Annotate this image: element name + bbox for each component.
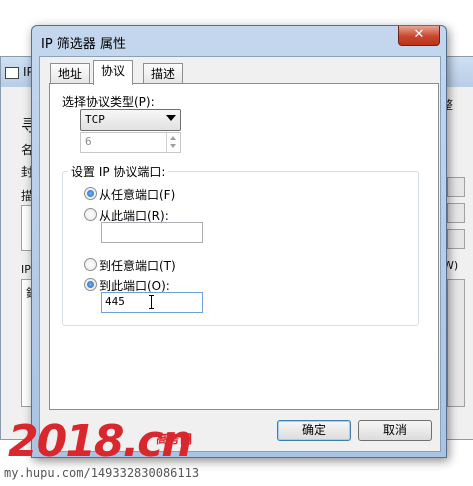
tab-address[interactable]: 地址 [50,63,91,84]
cancel-button[interactable]: 取消 [358,420,432,441]
from-this-port-radio[interactable] [84,208,97,221]
from-any-port-label[interactable]: 从任意端口(F) [99,186,175,203]
protocol-type-value: TCP [85,113,105,126]
ok-button[interactable]: 确定 [277,420,351,441]
arrow-down-icon [170,144,176,148]
text-cursor-icon [149,295,155,309]
close-icon: ✕ [413,27,425,42]
tab-protocol[interactable]: 协议 [93,60,134,85]
from-any-port-radio[interactable] [84,187,97,200]
background-button-3 [447,229,465,249]
protocol-type-label: 选择协议类型(P): [62,95,155,109]
watermark-subtitle: 高考网 [156,432,193,446]
close-button[interactable]: ✕ [398,26,440,46]
protocol-number-value: 6 [85,135,92,148]
from-port-input[interactable] [101,222,203,243]
to-any-port-radio[interactable] [84,258,97,271]
protocol-type-select[interactable]: TCP [80,109,181,131]
watermark-url: my.hupu.com/149332830086113 [4,466,200,480]
tab-description[interactable]: 描述 [143,63,184,84]
background-right-panel [447,279,465,407]
stepper-buttons [166,133,180,152]
window-app-icon [5,67,19,79]
protocol-number-stepper: 6 [80,132,181,153]
chevron-down-icon [166,115,176,121]
background-button-1 [447,177,465,197]
background-fragment-5: IP [21,263,31,276]
port-settings-label: 设置 IP 协议端口: [68,163,169,180]
to-any-port-label[interactable]: 到任意端口(T) [99,257,176,274]
to-this-port-radio[interactable] [84,278,97,291]
dialog-title: IP 筛选器 属性 [41,37,126,52]
background-button-2 [447,203,465,223]
to-port-value: 445 [105,295,125,308]
arrow-up-icon [170,136,176,140]
